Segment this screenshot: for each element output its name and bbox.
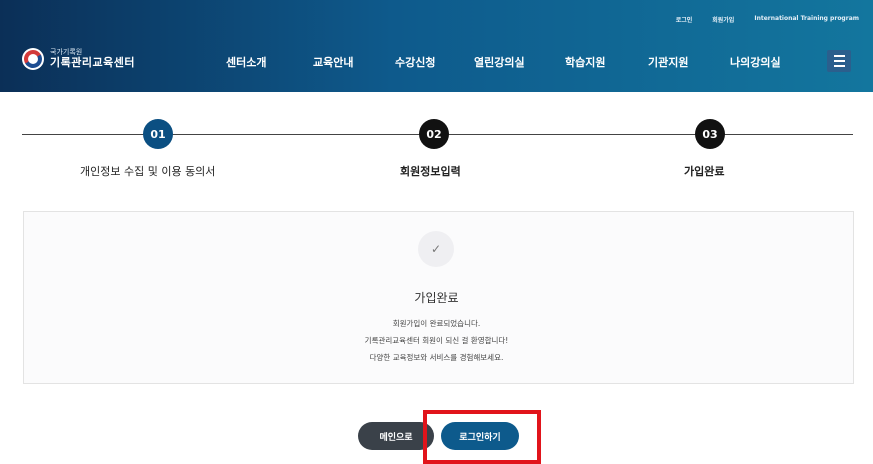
menu-icon[interactable] (827, 50, 851, 72)
completion-message-1: 회원가입이 완료되었습니다. (392, 319, 481, 328)
step-2-number: 02 (426, 127, 442, 141)
step-1-label: 개인정보 수집 및 이용 동의서 (80, 165, 216, 178)
international-program-link[interactable]: International Training program (754, 15, 859, 24)
site-header: 로그인 회원가입 International Training program … (0, 0, 873, 92)
signup-link[interactable]: 회원가입 (712, 15, 734, 24)
nav-item-my-lecture[interactable]: 나의강의실 (730, 54, 781, 70)
main-nav: 센터소개 교육안내 수강신청 열린강의실 학습지원 기관지원 나의강의실 (0, 54, 873, 74)
login-button[interactable]: 로그인하기 (441, 422, 519, 450)
step-3-label: 가입완료 (684, 165, 725, 178)
completion-message-2: 기록관리교육센터 회원이 되신 걸 환영합니다! (364, 336, 509, 345)
nav-item-agency-support[interactable]: 기관지원 (648, 54, 688, 70)
completion-title: 가입완료 (414, 291, 459, 305)
step-1-number: 01 (150, 127, 166, 141)
nav-item-course-registration[interactable]: 수강신청 (395, 54, 435, 70)
login-link[interactable]: 로그인 (676, 15, 693, 24)
step-2-label: 회원정보입력 (400, 165, 461, 178)
nav-item-education-info[interactable]: 교육안내 (313, 54, 353, 70)
completion-message-3: 다양한 교육정보와 서비스를 경험해보세요. (369, 353, 504, 362)
step-3-badge: 03 (695, 119, 725, 149)
step-1-badge: 01 (143, 119, 173, 149)
step-3-number: 03 (702, 127, 718, 141)
go-main-button[interactable]: 메인으로 (358, 422, 434, 450)
nav-item-open-lecture[interactable]: 열린강의실 (474, 54, 525, 70)
check-icon: ✓ (418, 231, 454, 267)
utility-links: 로그인 회원가입 International Training program (676, 15, 859, 24)
nav-item-learning-support[interactable]: 학습지원 (565, 54, 605, 70)
nav-item-center-intro[interactable]: 센터소개 (226, 54, 266, 70)
step-2-badge: 02 (419, 119, 449, 149)
